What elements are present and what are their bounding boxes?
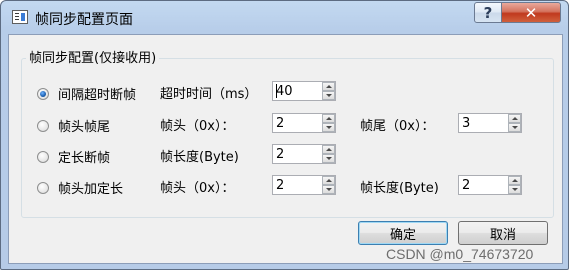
radio-button-checked[interactable]: [37, 87, 49, 100]
spin-buttons: [508, 114, 521, 132]
radio-interval-timeout[interactable]: 间隔超时断帧: [37, 84, 136, 103]
frame-head-spinbox[interactable]: 2: [272, 113, 336, 133]
spin-down-arrow-icon[interactable]: [322, 123, 335, 132]
frame-length-spinbox[interactable]: 2: [458, 175, 522, 195]
title-bar[interactable]: 帧同步配置页面 ? ✕: [1, 1, 568, 35]
radio-label: 帧头帧尾: [58, 120, 111, 135]
spin-buttons: [322, 114, 335, 132]
timeout-value[interactable]: 40: [276, 84, 293, 99]
spin-down-arrow-icon[interactable]: [322, 185, 335, 194]
spin-down-arrow-icon[interactable]: [508, 123, 521, 132]
radio-label: 定长断帧: [58, 151, 111, 166]
help-button[interactable]: ?: [474, 2, 502, 23]
cancel-button[interactable]: 取消: [458, 221, 548, 245]
frame-length-value[interactable]: 2: [462, 178, 470, 193]
spin-down-arrow-icon[interactable]: [322, 91, 335, 100]
groupbox-title: 帧同步配置(仅接收用): [26, 47, 160, 66]
spin-up-arrow-icon[interactable]: [322, 82, 335, 91]
text-caret: [276, 84, 277, 98]
spin-up-arrow-icon[interactable]: [322, 176, 335, 185]
spin-up-arrow-icon[interactable]: [508, 114, 521, 123]
close-button[interactable]: ✕: [501, 2, 561, 23]
frame-head-value[interactable]: 2: [276, 116, 284, 131]
radio-button[interactable]: [37, 150, 49, 163]
radio-button[interactable]: [37, 119, 49, 132]
spin-buttons: [322, 176, 335, 194]
frame-head-spinbox[interactable]: 2: [272, 175, 336, 195]
frame-tail-label: 帧尾（0x）：: [360, 119, 435, 134]
frame-head-value[interactable]: 2: [276, 178, 284, 193]
dialog-window: 帧同步配置页面 ? ✕ 帧同步配置(仅接收用) 间隔超时断帧 超时时间（ms） …: [0, 0, 569, 270]
timeout-label: 超时时间（ms）: [160, 87, 258, 102]
ok-button[interactable]: 确定: [358, 221, 448, 245]
spin-up-arrow-icon[interactable]: [322, 114, 335, 123]
frame-head-label: 帧头（0x）：: [160, 119, 235, 134]
frame-tail-value[interactable]: 3: [462, 116, 470, 131]
radio-button[interactable]: [37, 181, 49, 194]
spin-buttons: [322, 145, 335, 163]
spin-buttons: [322, 82, 335, 100]
radio-label: 间隔超时断帧: [58, 88, 137, 103]
spin-buttons: [508, 176, 521, 194]
frame-length-value[interactable]: 2: [276, 147, 284, 162]
dialog-client-area: 帧同步配置(仅接收用) 间隔超时断帧 超时时间（ms） 40 帧头帧尾 帧头（0…: [8, 34, 563, 264]
timeout-spinbox[interactable]: 40: [272, 81, 336, 101]
watermark: CSDN @m0_74673720: [386, 246, 534, 262]
radio-label: 帧头加定长: [58, 182, 124, 197]
spin-down-arrow-icon[interactable]: [322, 154, 335, 163]
spin-up-arrow-icon[interactable]: [508, 176, 521, 185]
frame-length-spinbox[interactable]: 2: [272, 144, 336, 164]
spin-down-arrow-icon[interactable]: [508, 185, 521, 194]
frame-head-label: 帧头（0x）：: [160, 181, 235, 196]
radio-head-plus-length[interactable]: 帧头加定长: [37, 178, 123, 197]
question-mark-icon: ?: [483, 3, 493, 22]
frame-tail-spinbox[interactable]: 3: [458, 113, 522, 133]
frame-length-label: 帧长度(Byte): [160, 150, 239, 165]
radio-fixed-length[interactable]: 定长断帧: [37, 147, 110, 166]
radio-head-tail[interactable]: 帧头帧尾: [37, 116, 110, 135]
spin-up-arrow-icon[interactable]: [322, 145, 335, 154]
window-title: 帧同步配置页面: [35, 12, 133, 28]
app-icon: [12, 10, 28, 24]
frame-length-label: 帧长度(Byte): [360, 181, 439, 196]
close-icon: ✕: [524, 3, 538, 22]
